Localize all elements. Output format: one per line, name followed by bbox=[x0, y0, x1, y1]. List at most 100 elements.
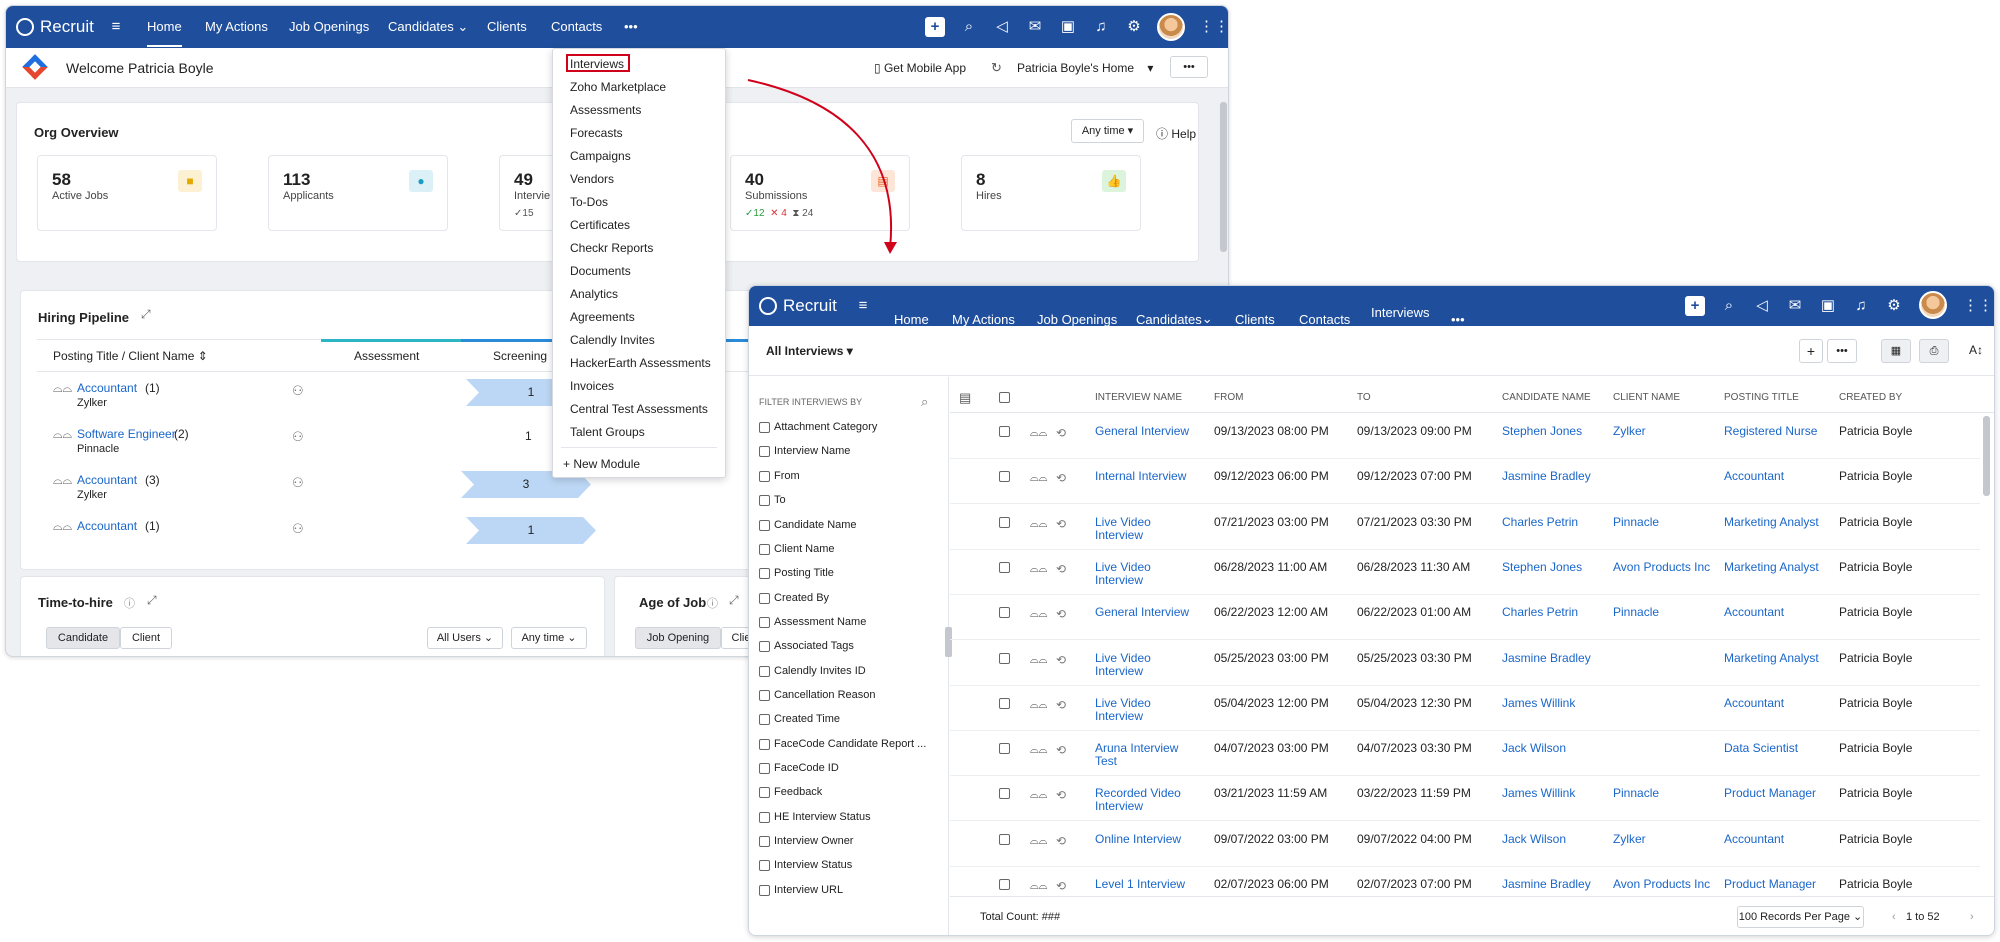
expand-icon[interactable]: ⤢ bbox=[729, 593, 739, 608]
filter-associated-tags[interactable]: Associated Tags bbox=[759, 640, 854, 652]
nav-my-actions[interactable]: My Actions bbox=[205, 19, 268, 34]
interview-name-link[interactable]: Level 1 Interview bbox=[1095, 878, 1195, 891]
interview-name-link[interactable]: Live Video Interview bbox=[1095, 560, 1195, 587]
filter-to[interactable]: To bbox=[759, 494, 786, 506]
kpi-active-jobs[interactable]: 58 Active Jobs ■ bbox=[37, 155, 217, 231]
apps-grid-icon[interactable]: ⋮⋮ bbox=[1199, 17, 1228, 37]
print-button[interactable]: ⎙ bbox=[1919, 339, 1949, 363]
client-link[interactable]: Pinnacle bbox=[1613, 515, 1713, 529]
col-to[interactable]: To bbox=[1357, 392, 1371, 403]
prev-page-icon[interactable]: ‹ bbox=[1892, 911, 1896, 923]
avatar[interactable] bbox=[1157, 13, 1185, 41]
candidate-link[interactable]: Jasmine Bradley bbox=[1502, 470, 1602, 483]
binoculars-icon[interactable]: ⌓⌓ bbox=[1030, 880, 1047, 893]
client-link[interactable]: Zylker bbox=[1613, 425, 1713, 438]
candidate-link[interactable]: Jack Wilson bbox=[1502, 742, 1602, 755]
more-options-button[interactable]: ••• bbox=[1170, 56, 1208, 78]
tab-candidate[interactable]: Candidate bbox=[46, 627, 120, 649]
filter-interview-status[interactable]: Interview Status bbox=[759, 859, 852, 871]
binoculars-icon[interactable]: ⌓⌓ bbox=[1030, 654, 1047, 667]
row-checkbox[interactable] bbox=[999, 607, 1010, 619]
checkbox[interactable] bbox=[759, 592, 770, 604]
search-icon[interactable]: ⌕ bbox=[1719, 296, 1739, 316]
nav-job-openings[interactable]: Job Openings bbox=[289, 19, 369, 34]
checkbox[interactable] bbox=[759, 616, 770, 628]
candidate-link[interactable]: James Willink bbox=[1502, 787, 1602, 800]
binoculars-icon[interactable]: ⌓⌓ bbox=[1030, 789, 1047, 802]
app-logo[interactable]: Recruit bbox=[759, 296, 837, 316]
sort-az-icon[interactable]: A↕ bbox=[1969, 343, 1983, 357]
history-icon[interactable]: ⟲ bbox=[1056, 517, 1066, 531]
calendar-icon[interactable]: ▣ bbox=[1058, 17, 1078, 37]
table-row[interactable]: ⌓⌓ ⟲ Live Video Interview 07/21/2023 03:00 … bbox=[950, 505, 1980, 550]
add-icon[interactable]: + bbox=[925, 17, 945, 37]
table-row[interactable]: ⌓⌓ ⟲ General Interview 06/22/2023 12:00 AM 0… bbox=[950, 595, 1980, 641]
menu-item-invoices[interactable]: Invoices bbox=[570, 379, 614, 393]
row-checkbox[interactable] bbox=[999, 561, 1010, 573]
row-checkbox[interactable] bbox=[999, 697, 1010, 709]
row-checkbox[interactable] bbox=[999, 471, 1010, 483]
posting-title-link[interactable]: Accountant bbox=[77, 519, 137, 533]
client-link[interactable]: Pinnacle bbox=[1613, 787, 1713, 800]
row-checkbox[interactable] bbox=[999, 743, 1010, 755]
pipeline-column-header[interactable]: Posting Title / Client Name ⇕ bbox=[53, 349, 208, 363]
tab-job-opening[interactable]: Job Opening bbox=[635, 627, 721, 649]
kpi-applicants[interactable]: 113 Applicants ● bbox=[268, 155, 448, 231]
table-row[interactable]: ⌓⌓ ⟲ Online Interview 09/07/2022 03:00 PM 09… bbox=[950, 822, 1980, 867]
table-row[interactable]: ⌓⌓ ⟲ Live Video Interview 05/25/2023 03:00 … bbox=[950, 641, 1980, 686]
interview-name-link[interactable]: Recorded Video Interview bbox=[1095, 787, 1195, 813]
menu-item-hackerearth-assessments[interactable]: HackerEarth Assessments bbox=[570, 356, 711, 370]
filter-calendly-invites-id[interactable]: Calendly Invites ID bbox=[759, 665, 866, 677]
interview-name-link[interactable]: Internal Interview bbox=[1095, 470, 1195, 483]
posting-title-link[interactable]: Product Manager bbox=[1724, 878, 1824, 891]
col-created-by[interactable]: Created By bbox=[1839, 392, 1902, 403]
binoculars-icon[interactable]: ⌓⌓ bbox=[53, 427, 72, 442]
search-icon[interactable]: ⌕ bbox=[959, 17, 979, 37]
nav-more[interactable]: ••• bbox=[624, 19, 638, 34]
filter-created-time[interactable]: Created Time bbox=[759, 713, 840, 725]
history-icon[interactable]: ⟲ bbox=[1056, 698, 1066, 712]
posting-title-link[interactable]: Data Scientist bbox=[1724, 742, 1824, 755]
history-icon[interactable]: ⟲ bbox=[1056, 607, 1066, 621]
filter-facecode-report[interactable]: FaceCode Candidate Report ... bbox=[759, 738, 926, 750]
checkbox[interactable] bbox=[759, 786, 770, 798]
filter-assessment-name[interactable]: Assessment Name bbox=[759, 616, 866, 628]
checkbox[interactable] bbox=[759, 713, 770, 725]
posting-title-link[interactable]: Accountant bbox=[1724, 606, 1824, 619]
interview-name-link[interactable]: Aruna Interview Test bbox=[1095, 742, 1195, 768]
checkbox[interactable] bbox=[759, 811, 770, 823]
menu-item-campaigns[interactable]: Campaigns bbox=[570, 149, 631, 163]
hamburger-icon[interactable]: ≡ bbox=[853, 296, 873, 316]
col-client-name[interactable]: Client Name bbox=[1613, 392, 1680, 403]
menu-item-todos[interactable]: To-Dos bbox=[570, 195, 608, 209]
select-all-checkbox[interactable] bbox=[999, 392, 1010, 403]
filter-attachment-category[interactable]: Attachment Category bbox=[759, 421, 877, 433]
col-posting-title[interactable]: Posting Title bbox=[1724, 392, 1799, 403]
posting-title-link[interactable]: Accountant bbox=[77, 473, 137, 487]
bell-icon[interactable]: ♫ bbox=[1851, 296, 1871, 316]
posting-title-link[interactable]: Marketing Analyst bbox=[1724, 560, 1824, 574]
new-module-link[interactable]: + New Module bbox=[563, 457, 640, 471]
table-row[interactable]: ⌓⌓ ⟲ Live Video Interview 06/28/2023 11:00 … bbox=[950, 550, 1980, 595]
view-selector[interactable]: All Interviews ▾ bbox=[766, 344, 853, 358]
menu-item-calendly-invites[interactable]: Calendly Invites bbox=[570, 333, 655, 347]
menu-item-talent-groups[interactable]: Talent Groups bbox=[570, 425, 645, 439]
refresh-icon[interactable]: ↻ bbox=[991, 60, 1002, 76]
interview-name-link[interactable]: General Interview bbox=[1095, 425, 1195, 438]
filter-candidate-name[interactable]: Candidate Name bbox=[759, 519, 857, 531]
nav-clients[interactable]: Clients bbox=[487, 19, 527, 34]
any-time-dropdown-2[interactable]: Any time ⌄ bbox=[511, 627, 587, 649]
any-time-dropdown[interactable]: Any time ▾ bbox=[1071, 119, 1144, 143]
posting-title-link[interactable]: Accountant bbox=[77, 381, 137, 395]
history-icon[interactable]: ⟲ bbox=[1056, 788, 1066, 802]
binoculars-icon[interactable]: ⌓⌓ bbox=[1030, 608, 1047, 621]
mail-icon[interactable]: ✉ bbox=[1025, 17, 1045, 37]
menu-item-agreements[interactable]: Agreements bbox=[570, 310, 635, 324]
binoculars-icon[interactable]: ⌓⌓ bbox=[1030, 563, 1047, 576]
create-button[interactable]: + bbox=[1799, 339, 1823, 363]
filter-from[interactable]: From bbox=[759, 470, 800, 482]
menu-item-checkr-reports[interactable]: Checkr Reports bbox=[570, 241, 653, 255]
checkbox[interactable] bbox=[759, 689, 770, 701]
menu-item-documents[interactable]: Documents bbox=[570, 264, 631, 278]
checkbox[interactable] bbox=[759, 665, 770, 677]
